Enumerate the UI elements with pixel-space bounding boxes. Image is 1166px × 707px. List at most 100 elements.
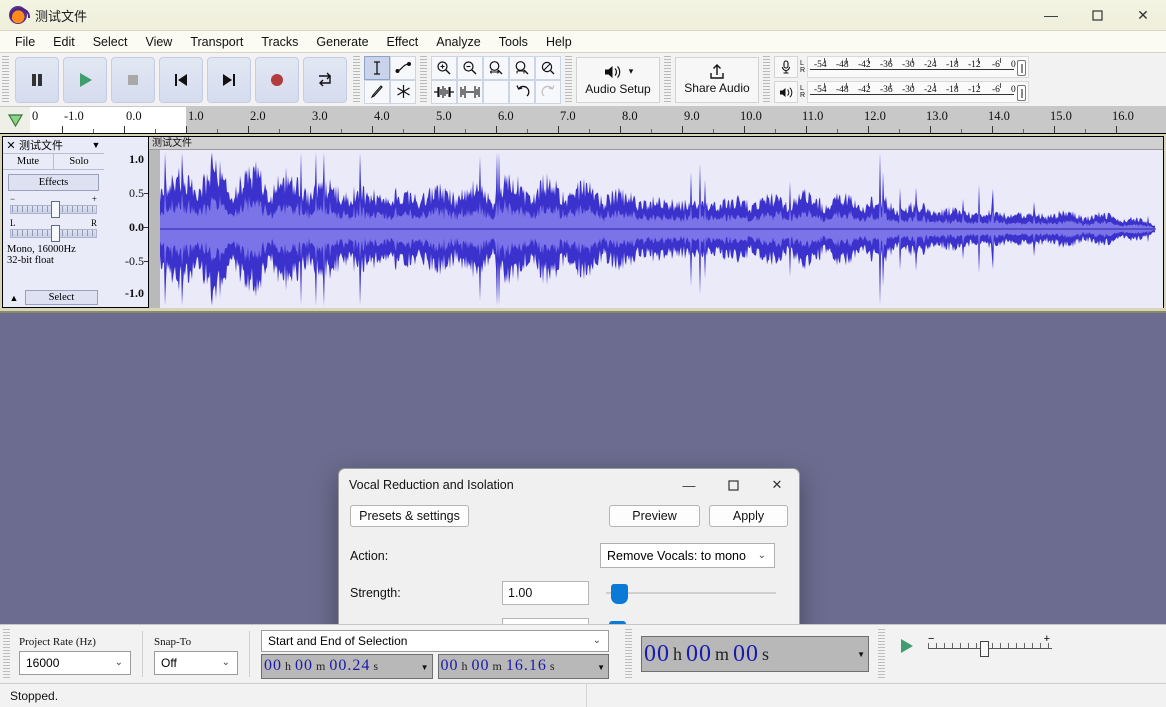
window-close-button[interactable]: ✕ (1120, 0, 1166, 31)
pause-button[interactable] (15, 56, 59, 103)
play-speed-slider[interactable]: − + (924, 631, 1066, 661)
window-maximize-button[interactable] (1074, 0, 1120, 31)
track-name[interactable]: 测试文件 (19, 137, 88, 153)
clip-title-bar[interactable]: 测试文件 (149, 137, 1163, 150)
effects-button[interactable]: Effects (8, 174, 99, 191)
end-time-stepper-icon[interactable]: ▼ (597, 663, 606, 672)
status-message: Stopped. (0, 684, 587, 707)
solo-button[interactable]: Solo (54, 154, 104, 169)
audio-setup-toolbar-grip[interactable] (565, 56, 572, 103)
pan-slider[interactable]: L R (10, 218, 97, 242)
start-time-stepper-icon[interactable]: ▼ (421, 663, 430, 672)
pan-left-label: L (10, 218, 16, 228)
menu-select[interactable]: Select (84, 33, 137, 51)
chevron-down-icon: ⌄ (114, 657, 123, 668)
waveform-display[interactable] (149, 150, 1163, 308)
strength-label: Strength: (350, 586, 401, 600)
tools-toolbar-grip[interactable] (353, 56, 360, 103)
gain-slider[interactable]: − + (10, 194, 97, 218)
timeline-ruler[interactable]: 0 -1.0 0.0 1.0 2.0 3.0 4.0 5.0 6.0 7.0 8… (30, 107, 1166, 133)
skip-to-start-button[interactable] (159, 56, 203, 103)
multi-tool[interactable] (390, 79, 416, 104)
status-bar: Stopped. (0, 683, 1166, 707)
share-audio-label: Share Audio (684, 81, 750, 95)
redo-button[interactable] (535, 79, 561, 104)
preview-button[interactable]: Preview (609, 505, 700, 527)
stop-button[interactable] (111, 56, 155, 103)
strength-input[interactable]: 1.00 (502, 581, 589, 605)
ruler-label: 8.0 (622, 109, 638, 123)
ruler-label: 3.0 (312, 109, 328, 123)
microphone-icon[interactable] (774, 56, 798, 78)
play-meter[interactable]: L R -54 -48 -42 -36 -30 -24 -18 -12 -6 0 (774, 81, 1029, 104)
menu-analyze[interactable]: Analyze (427, 33, 489, 51)
mute-button[interactable]: Mute (3, 154, 54, 169)
edit-toolbar-grip[interactable] (420, 56, 427, 103)
time-toolbar-grip[interactable] (625, 629, 632, 679)
dialog-maximize-button[interactable] (711, 470, 755, 501)
snap-to-value: Off (161, 655, 177, 670)
play-at-speed-button[interactable] (888, 632, 924, 660)
draw-tool[interactable] (364, 79, 390, 104)
audio-track: ✕ 测试文件 ▼ Mute Solo Effects − + L R Mono,… (2, 136, 1164, 308)
presets-and-settings-button[interactable]: Presets & settings (350, 505, 469, 527)
play-button[interactable] (63, 56, 107, 103)
play-speed-toolbar-grip[interactable] (878, 629, 885, 679)
audio-setup-button[interactable]: ▾ Audio Setup (576, 56, 660, 103)
snap-to-select[interactable]: Off ⌄ (154, 650, 238, 675)
snap-to-cell: Snap-To Off ⌄ (148, 627, 244, 682)
waveform-area[interactable]: 测试文件 (149, 137, 1163, 308)
title-bar: 测试文件 — ✕ (0, 0, 1166, 31)
selection-start-time[interactable]: 00 h 00 m 00.24 s ▼ (261, 653, 433, 679)
skip-to-end-button[interactable] (207, 56, 251, 103)
selection-tool[interactable] (364, 55, 390, 80)
collapse-track-icon[interactable]: ▲ (3, 293, 25, 303)
dialog-close-button[interactable]: ✕ (755, 470, 799, 501)
ruler-label: 7.0 (560, 109, 576, 123)
strength-slider[interactable] (606, 581, 776, 605)
trim-audio-button[interactable] (431, 79, 457, 104)
menu-tracks[interactable]: Tracks (252, 33, 307, 51)
fit-selection-button[interactable] (483, 55, 509, 80)
share-audio-toolbar-grip[interactable] (664, 56, 671, 103)
select-track-button[interactable]: Select (25, 290, 98, 305)
menu-transport[interactable]: Transport (181, 33, 252, 51)
transport-toolbar-grip[interactable] (2, 56, 9, 103)
menu-generate[interactable]: Generate (307, 33, 377, 51)
speaker-icon[interactable] (774, 81, 798, 103)
zoom-toggle-button[interactable] (535, 55, 561, 80)
apply-button[interactable]: Apply (709, 505, 788, 527)
menu-tools[interactable]: Tools (490, 33, 537, 51)
menu-view[interactable]: View (136, 33, 181, 51)
window-minimize-button[interactable]: — (1028, 0, 1074, 31)
share-audio-button[interactable]: Share Audio (675, 56, 759, 103)
menu-effect[interactable]: Effect (378, 33, 428, 51)
menu-help[interactable]: Help (537, 33, 581, 51)
fit-project-button[interactable] (509, 55, 535, 80)
track-area: ✕ 测试文件 ▼ Mute Solo Effects − + L R Mono,… (0, 134, 1166, 690)
silence-audio-button[interactable] (457, 79, 483, 104)
undo-button[interactable] (509, 79, 535, 104)
record-meter[interactable]: L R -54 -48 -42 -36 -30 -24 -18 -12 -6 0 (774, 56, 1029, 79)
meter-toolbar-grip[interactable] (763, 56, 770, 103)
pinned-play-head-button[interactable] (0, 107, 30, 133)
menu-file[interactable]: File (6, 33, 44, 51)
menu-edit[interactable]: Edit (44, 33, 84, 51)
track-menu-chevron-down-icon[interactable]: ▼ (88, 140, 104, 150)
upload-icon (707, 64, 727, 80)
dialog-minimize-button[interactable]: — (667, 470, 711, 501)
project-rate-select[interactable]: 16000 ⌄ (19, 650, 131, 675)
record-button[interactable] (255, 56, 299, 103)
selection-toolbar-grip[interactable] (3, 629, 10, 679)
zoom-in-button[interactable] (431, 55, 457, 80)
selection-mode-select[interactable]: Start and End of Selection ⌄ (261, 629, 609, 652)
track-close-button[interactable]: ✕ (3, 139, 19, 152)
envelope-tool[interactable] (390, 55, 416, 80)
zoom-out-button[interactable] (457, 55, 483, 80)
loop-button[interactable] (303, 56, 347, 103)
position-stepper-icon[interactable]: ▼ (857, 650, 866, 659)
action-select[interactable]: Remove Vocals: to mono ⌄ (600, 543, 775, 568)
audio-position-time[interactable]: 00 h 00 m 00 s ▼ (641, 636, 869, 672)
ruler-label: 6.0 (498, 109, 514, 123)
selection-end-time[interactable]: 00 h 00 m 16.16 s ▼ (437, 653, 609, 679)
